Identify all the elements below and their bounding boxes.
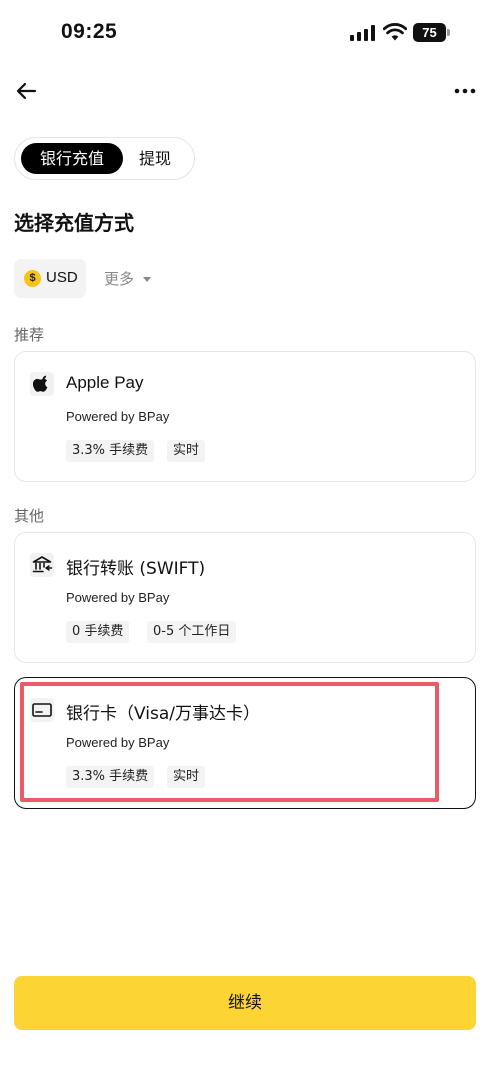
duration-tag: 0-5 个工作日 [147, 621, 237, 643]
speed-tag: 实时 [167, 440, 206, 462]
continue-button[interactable]: 继续 [14, 976, 476, 1030]
method-provider: Powered by BPay [66, 409, 170, 424]
caret-down-icon [143, 277, 152, 282]
tab-bank-deposit[interactable]: 银行充值 [21, 143, 123, 174]
dollar-coin-icon: $ [24, 270, 41, 287]
wifi-icon [383, 23, 407, 41]
status-bar: 09:25 75 [0, 0, 493, 66]
payment-method-bank-card[interactable]: 银行卡（Visa/万事达卡） Powered by BPay 3.3% 手续费 … [14, 677, 476, 809]
method-title: Apple Pay [66, 373, 144, 392]
credit-card-icon [30, 698, 54, 722]
status-time: 09:25 [61, 20, 118, 43]
fee-tag: 3.3% 手续费 [66, 440, 155, 462]
method-provider: Powered by BPay [66, 590, 170, 605]
currency-usd-chip[interactable]: $ USD [14, 259, 86, 298]
cellular-signal-icon [350, 25, 376, 41]
bank-icon [30, 553, 54, 577]
battery-icon: 75 [413, 23, 450, 42]
page-title: 选择充值方式 [14, 211, 134, 235]
tab-withdraw[interactable]: 提现 [123, 143, 187, 174]
more-horizontal-icon[interactable] [452, 80, 478, 102]
battery-level: 75 [413, 23, 446, 42]
method-title: 银行转账 (SWIFT) [66, 559, 206, 579]
deposit-withdraw-tabs: 银行充值 提现 [14, 137, 195, 180]
payment-method-bank-transfer[interactable]: 银行转账 (SWIFT) Powered by BPay 0 手续费 0-5 个… [14, 532, 476, 663]
payment-method-apple-pay[interactable]: Apple Pay Powered by BPay 3.3% 手续费 实时 [14, 351, 476, 482]
fee-tag: 3.3% 手续费 [66, 766, 155, 788]
method-title: 银行卡（Visa/万事达卡） [66, 704, 260, 724]
section-label-recommended: 推荐 [14, 326, 45, 344]
currency-label: USD [46, 269, 78, 286]
more-currency-dropdown[interactable]: 更多 [104, 268, 152, 289]
apple-icon [30, 372, 54, 396]
speed-tag: 实时 [167, 766, 206, 788]
arrow-left-icon[interactable] [14, 78, 40, 104]
fee-tag: 0 手续费 [66, 621, 130, 643]
method-provider: Powered by BPay [66, 735, 170, 750]
section-label-other: 其他 [14, 507, 45, 525]
more-currency-label: 更多 [104, 270, 135, 288]
